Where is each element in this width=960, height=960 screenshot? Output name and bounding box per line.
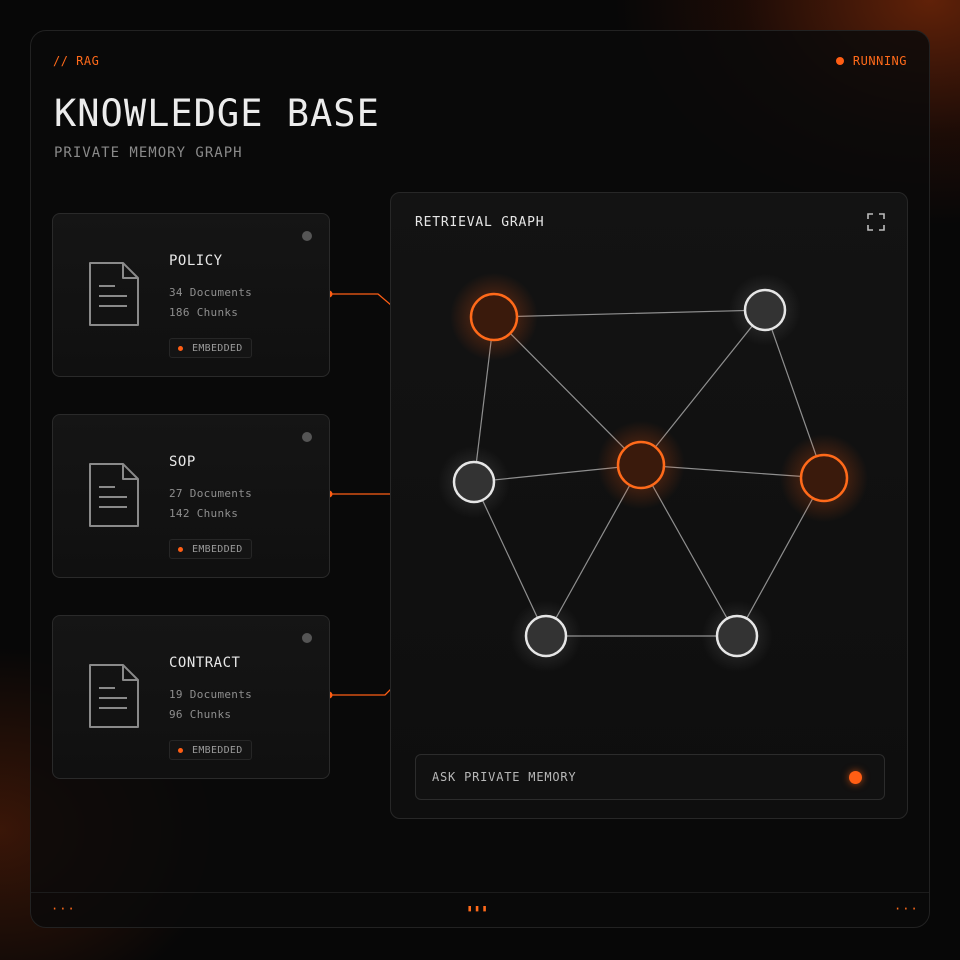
graph-node-active[interactable] [450, 273, 538, 361]
graph-node-active[interactable] [780, 434, 868, 522]
graph-node[interactable] [510, 600, 582, 672]
graph-node[interactable] [729, 274, 801, 346]
footer-ellipsis-right: ··· [894, 902, 919, 916]
graph-node-active[interactable] [597, 421, 685, 509]
footer-ellipsis-left: ··· [51, 902, 76, 916]
footer-divider [31, 892, 929, 893]
retrieval-graph [438, 273, 868, 672]
graph-node[interactable] [701, 600, 773, 672]
graph-node[interactable] [438, 446, 510, 518]
footer-indicator-center: ▮▮▮ [467, 904, 490, 914]
